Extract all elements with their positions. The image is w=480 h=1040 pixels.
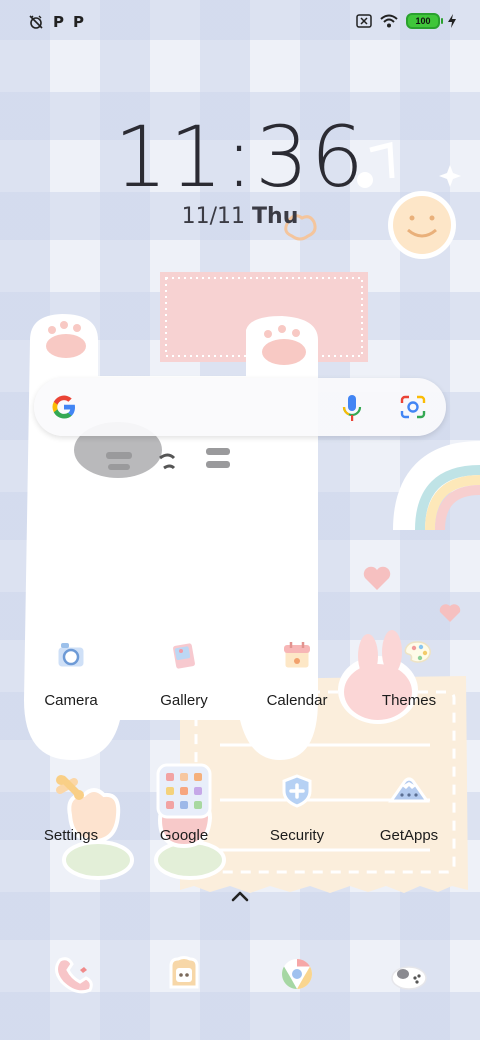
app-getapps[interactable]: GetApps: [353, 763, 465, 844]
battery-icon: 100: [406, 13, 443, 29]
app-gallery[interactable]: Gallery: [128, 628, 240, 709]
dock-camera[interactable]: [381, 946, 437, 1002]
google-g-icon[interactable]: [50, 393, 78, 421]
app-google-folder[interactable]: Google: [128, 763, 240, 844]
calendar-icon: [269, 628, 325, 684]
camera-icon: [43, 628, 99, 684]
app-label: Google: [159, 827, 209, 844]
gallery-icon: [156, 628, 212, 684]
app-label: Calendar: [266, 692, 328, 709]
app-label: GetApps: [379, 827, 439, 844]
status-bar: P P 100: [0, 0, 480, 44]
clock-day: Thu: [252, 204, 299, 229]
p-icon: P: [73, 13, 84, 31]
app-label: Themes: [381, 692, 437, 709]
app-calendar[interactable]: Calendar: [241, 628, 353, 709]
getapps-icon: [381, 763, 437, 819]
app-settings[interactable]: Settings: [15, 763, 127, 844]
phone-icon: [55, 957, 93, 994]
app-security[interactable]: Security: [241, 763, 353, 844]
app-camera[interactable]: Camera: [15, 628, 127, 709]
charging-icon: [448, 14, 456, 28]
lens-icon[interactable]: [400, 395, 426, 419]
browser-icon: [281, 959, 313, 989]
settings-icon: [43, 763, 99, 819]
app-label: Settings: [43, 827, 99, 844]
clock-date-row: 11/11 Thu: [0, 204, 480, 229]
messages-icon: [169, 956, 199, 989]
status-bar-left: P P: [28, 13, 84, 31]
battery-level: 100: [415, 16, 431, 26]
camera-dock-icon: [391, 966, 427, 990]
mic-icon[interactable]: [342, 394, 362, 422]
clock-time[interactable]: 11:36: [0, 108, 480, 206]
dock-phone[interactable]: [44, 946, 100, 1002]
dock-browser[interactable]: [269, 946, 325, 1002]
google-folder-icon: [156, 763, 212, 819]
app-themes[interactable]: Themes: [353, 628, 465, 709]
wifi-icon: [380, 14, 398, 28]
dock-messages[interactable]: [156, 946, 212, 1002]
alarm-off-icon: [29, 15, 43, 29]
app-drawer-chevron-up-icon[interactable]: [225, 884, 255, 908]
p-icon: P: [53, 13, 64, 31]
app-label: Gallery: [160, 692, 208, 709]
status-bar-right: 100: [356, 13, 456, 29]
google-search-bar[interactable]: [34, 378, 446, 436]
clock-date: 11/11: [181, 204, 246, 229]
no-sim-icon: [356, 14, 372, 28]
app-label: Security: [269, 827, 325, 844]
security-icon: [269, 763, 325, 819]
themes-icon: [381, 628, 437, 684]
app-label: Camera: [44, 692, 98, 709]
